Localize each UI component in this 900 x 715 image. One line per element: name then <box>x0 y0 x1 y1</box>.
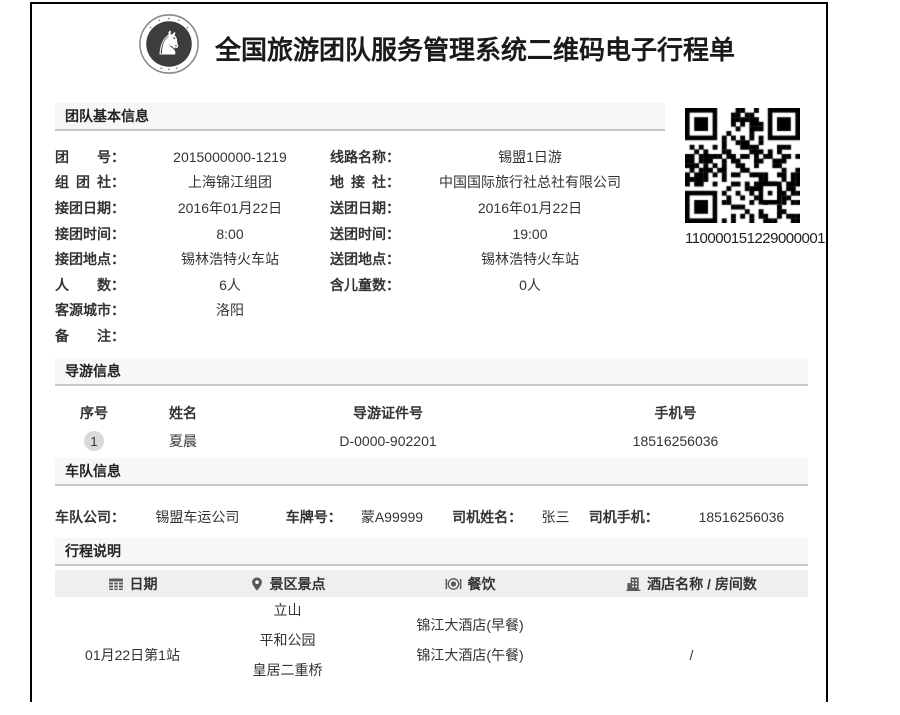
itin-spot-list: 立山 平和公园 皇居二重桥 <box>210 595 365 715</box>
itin-spot: 立山 <box>210 595 365 625</box>
pickup-time-value: 8:00 <box>130 226 330 242</box>
itin-meal: 锦江大酒店(午餐) <box>365 640 575 670</box>
basic-field-label: 接团地点： <box>55 249 130 269</box>
itinerary-table-header: 日期 景区景点 餐饮 <box>55 570 808 597</box>
tour-number-value: 2015000000-1219 <box>130 149 330 165</box>
basic-field-label: 含儿童数： <box>330 275 405 295</box>
basic-field-label: 送团地点： <box>330 249 405 269</box>
basic-field-label: 送团日期： <box>330 198 405 218</box>
pickup-place-value: 锡林浩特火车站 <box>130 249 330 269</box>
route-name-value: 锡盟1日游 <box>405 147 655 167</box>
itin-spot: 平和公园 <box>210 625 365 655</box>
itin-spot: 皇居二重桥 <box>210 655 365 685</box>
children-count-value: 0人 <box>405 275 655 295</box>
basic-field-label: 客源城市： <box>55 300 130 320</box>
itin-date: 01月22日第1站 <box>55 595 210 715</box>
guide-table-header: 序号 姓名 导游证件号 手机号 <box>55 400 808 426</box>
itin-meal: 锦江大酒店(早餐) <box>365 610 575 640</box>
guide-cert-number: D-0000-902201 <box>233 433 543 449</box>
guide-col-no: 序号 <box>55 403 133 423</box>
basic-field-label: 地 接 社： <box>330 172 405 192</box>
basic-field-label: 备 注： <box>55 326 130 346</box>
plate-number-value: 蒙A99999 <box>346 507 438 527</box>
section-title-basic-info: 团队基本信息 <box>55 103 665 131</box>
qr-code <box>685 108 800 223</box>
dropoff-place-value: 锡林浩特火车站 <box>405 249 655 269</box>
dining-icon <box>445 576 462 592</box>
driver-name-label: 司机姓名： <box>452 507 522 527</box>
itin-col-date: 日期 <box>130 574 158 594</box>
driver-phone-value: 18516256036 <box>675 509 808 525</box>
itin-col-spots: 景区景点 <box>270 574 326 594</box>
fleet-company-value: 锡盟车运公司 <box>129 507 266 527</box>
location-pin-icon <box>250 576 264 592</box>
basic-field-label: 送团时间： <box>330 224 405 244</box>
china-tourism-logo-icon: ♞ <box>138 13 200 75</box>
qr-code-number: 110000151229000001 <box>670 230 840 247</box>
basic-info-fields: 团 号： 2015000000-1219 线路名称： 锡盟1日游 组 团 社： … <box>55 144 655 349</box>
guide-table-row: 1 夏晨 D-0000-902201 18516256036 <box>55 428 808 454</box>
itinerary-document-page: ♞ 全国旅游团队服务管理系统二维码电子行程单 团队基本信息 团 号： 20150… <box>30 2 828 702</box>
basic-field-label: 线路名称： <box>330 147 405 167</box>
itinerary-table-row: 01月22日第1站 立山 平和公园 皇居二重桥 锦江大酒店(早餐) 锦江大酒店(… <box>55 595 808 715</box>
dropoff-date-value: 2016年01月22日 <box>405 198 655 218</box>
basic-field-label: 组 团 社： <box>55 172 130 192</box>
itin-col-meals: 餐饮 <box>468 574 496 594</box>
source-city-value: 洛阳 <box>130 300 330 320</box>
plate-number-label: 车牌号： <box>286 507 342 527</box>
basic-field-label: 接团日期： <box>55 198 130 218</box>
itin-hotel: / <box>575 595 808 715</box>
hotel-icon <box>626 576 641 592</box>
fleet-company-label: 车队公司： <box>55 507 125 527</box>
fleet-info-row: 车队公司： 锡盟车运公司 车牌号： 蒙A99999 司机姓名： 张三 司机手机：… <box>55 504 808 530</box>
basic-field-label: 团 号： <box>55 147 130 167</box>
people-count-value: 6人 <box>130 275 330 295</box>
guide-col-phone: 手机号 <box>543 403 808 423</box>
dropoff-time-value: 19:00 <box>405 226 655 242</box>
driver-phone-label: 司机手机： <box>589 507 659 527</box>
itin-col-hotel: 酒店名称 / 房间数 <box>647 574 757 594</box>
guide-name: 夏晨 <box>133 431 233 451</box>
guide-col-name: 姓名 <box>133 403 233 423</box>
pickup-date-value: 2016年01月22日 <box>130 198 330 218</box>
section-title-itinerary: 行程说明 <box>55 538 808 566</box>
page-title: 全国旅游团队服务管理系统二维码电子行程单 <box>215 30 735 67</box>
receiving-agency-value: 中国国际旅行社总社有限公司 <box>405 172 655 192</box>
section-title-fleet-info: 车队信息 <box>55 458 808 486</box>
itin-meal-list: 锦江大酒店(早餐) 锦江大酒店(午餐) <box>365 595 575 715</box>
guide-col-cert: 导游证件号 <box>233 403 543 423</box>
basic-field-label: 人 数： <box>55 275 130 295</box>
calendar-icon <box>108 576 124 592</box>
section-title-guide-info: 导游信息 <box>55 358 808 386</box>
svg-text:♞: ♞ <box>154 24 184 63</box>
driver-name-value: 张三 <box>526 507 585 527</box>
basic-field-label: 接团时间： <box>55 224 130 244</box>
organizer-agency-value: 上海锦江组团 <box>130 172 330 192</box>
guide-phone: 18516256036 <box>543 433 808 449</box>
guide-index-badge: 1 <box>84 431 104 451</box>
